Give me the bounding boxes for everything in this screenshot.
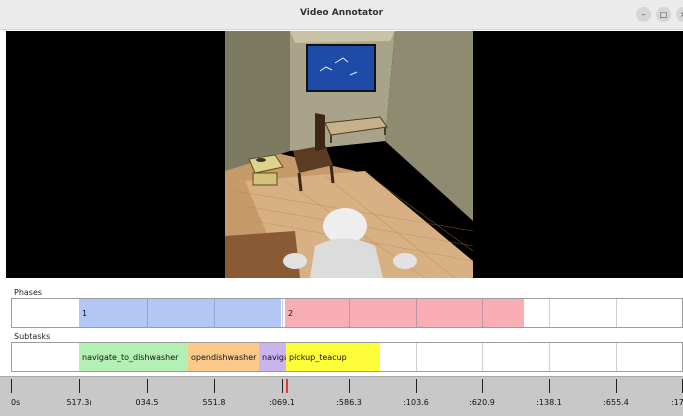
track-gridline [482, 343, 483, 371]
phase-segment[interactable]: 2 [285, 299, 524, 327]
ruler-tick [416, 379, 417, 393]
phase-gridline [416, 299, 417, 327]
video-frame [225, 31, 473, 278]
track-gridline [616, 299, 617, 327]
subtasks-track[interactable]: navigate_to_dishwasher opendishwasher navi… [11, 342, 683, 372]
ruler-tick-label: 0s [11, 398, 21, 407]
track-gridline [416, 343, 417, 371]
subtask-segment[interactable]: pickup_teacup [286, 343, 380, 371]
playhead-marker[interactable] [286, 379, 288, 393]
timeline-ruler[interactable]: 0s 517.3ı 034.5 551.8 :069.1 :586.3 :103.6 :620… [0, 376, 683, 416]
ruler-tick [282, 379, 283, 393]
title-bar: Video Annotator – □ × [0, 0, 683, 30]
maximize-button[interactable]: □ [656, 7, 671, 22]
phase-gridline [482, 299, 483, 327]
subtask-segment[interactable]: navigate_to_dishwasher [79, 343, 188, 371]
phases-label: Phases [14, 288, 43, 297]
ruler-tick-label: :138.1 [536, 398, 562, 407]
ruler-tick-label: :586.3 [336, 398, 362, 407]
ruler-tick [616, 379, 617, 393]
ruler-tick [214, 379, 215, 393]
ruler-tick-label: 034.5 [135, 398, 159, 407]
track-gridline [282, 299, 283, 327]
phase-gridline [147, 299, 148, 327]
ruler-tick-label: :17 [671, 398, 683, 407]
phases-track[interactable]: 12 [11, 298, 683, 328]
phase-segment[interactable]: 1 [79, 299, 281, 327]
track-gridline [549, 343, 550, 371]
phase-gridline [349, 299, 350, 327]
window-title: Video Annotator [299, 8, 384, 18]
ruler-tick [147, 379, 148, 393]
close-button[interactable]: × [676, 7, 683, 22]
ruler-tick-label: :655.4 [603, 398, 629, 407]
video-frame-image [225, 31, 473, 278]
ruler-tick [549, 379, 550, 393]
ruler-tick [482, 379, 483, 393]
subtask-segment[interactable]: navigate_to_teacup [259, 343, 286, 371]
track-gridline [549, 299, 550, 327]
video-player[interactable] [6, 31, 683, 278]
phase-gridline [214, 299, 215, 327]
ruler-tick-label: :069.1 [269, 398, 295, 407]
ruler-tick-label: 517.3ı [66, 398, 92, 407]
ruler-tick-label: 551.8 [202, 398, 226, 407]
ruler-tick-label: :103.6 [403, 398, 429, 407]
ruler-tick [11, 379, 12, 393]
ruler-tick [349, 379, 350, 393]
ruler-tick-label: :620.9 [469, 398, 495, 407]
track-gridline [616, 343, 617, 371]
minimize-button[interactable]: – [636, 7, 651, 22]
ruler-tick [79, 379, 80, 393]
subtasks-label: Subtasks [14, 332, 51, 341]
subtask-segment[interactable]: opendishwasher [188, 343, 259, 371]
